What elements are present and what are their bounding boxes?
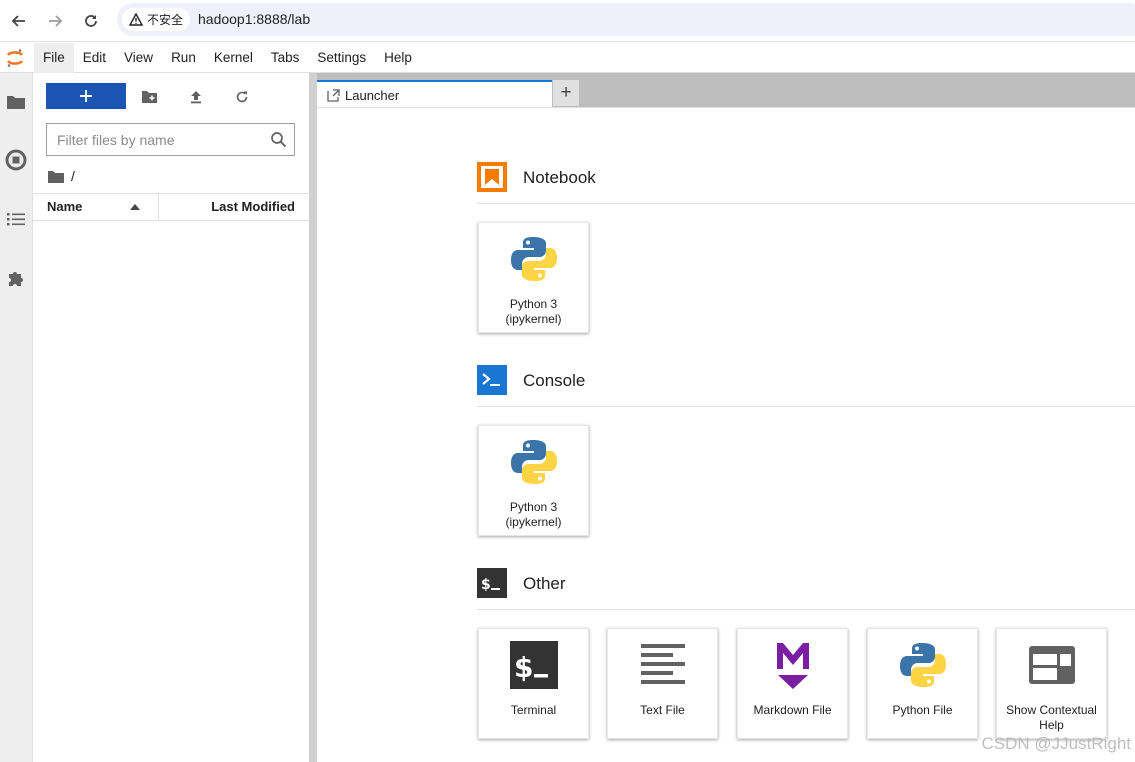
home-folder-icon[interactable] xyxy=(48,170,64,183)
new-folder-button[interactable] xyxy=(137,85,161,109)
tab-launcher[interactable]: Launcher xyxy=(317,80,552,108)
new-tab-button[interactable]: + xyxy=(553,80,579,106)
svg-text:$: $ xyxy=(481,577,491,593)
security-indicator[interactable]: 不安全 xyxy=(122,8,191,31)
other-terminal-icon: $ xyxy=(477,568,507,598)
forward-icon[interactable] xyxy=(42,8,68,34)
menu-help[interactable]: Help xyxy=(375,43,421,73)
breadcrumb-root[interactable]: / xyxy=(71,168,75,184)
plus-icon xyxy=(80,90,92,102)
sort-ascending-icon xyxy=(130,204,140,210)
folder-icon[interactable] xyxy=(4,90,28,114)
left-sidebar xyxy=(0,73,33,762)
address-bar[interactable]: 不安全 hadoop1:8888/lab xyxy=(117,3,1135,36)
upload-icon xyxy=(191,91,201,104)
search-icon xyxy=(271,132,287,148)
column-header-last-modified[interactable]: Last Modified xyxy=(211,194,295,220)
python-icon xyxy=(868,637,977,693)
text-file-card[interactable]: Text File xyxy=(607,628,718,739)
menu-edit[interactable]: Edit xyxy=(74,43,115,73)
menu-items: File Edit View Run Kernel Tabs Settings Help xyxy=(34,43,421,73)
python-icon xyxy=(479,231,588,287)
card-label: Python 3 (ipykernel) xyxy=(505,297,562,326)
jupyter-logo-icon xyxy=(0,43,30,73)
breadcrumb: / xyxy=(48,167,75,185)
markdown-file-card[interactable]: Markdown File xyxy=(737,628,848,739)
notebook-icon xyxy=(477,162,507,192)
reload-icon[interactable] xyxy=(78,8,104,34)
table-of-contents-icon[interactable] xyxy=(4,207,28,231)
filter-files-field[interactable] xyxy=(46,123,295,156)
menu-run[interactable]: Run xyxy=(162,43,205,73)
launcher-icon xyxy=(327,88,340,102)
warning-icon xyxy=(129,13,143,26)
browser-toolbar: 不安全 hadoop1:8888/lab xyxy=(0,0,1135,42)
menu-kernel[interactable]: Kernel xyxy=(205,43,262,73)
other-section-header: $ Other xyxy=(477,568,1135,610)
card-label: Terminal xyxy=(510,703,557,717)
menu-settings[interactable]: Settings xyxy=(308,43,375,73)
contextual-help-icon xyxy=(997,637,1106,693)
other-section-title: Other xyxy=(523,574,566,593)
card-label: Markdown File xyxy=(753,703,832,717)
extension-manager-icon[interactable] xyxy=(4,266,28,290)
markdown-icon xyxy=(738,637,847,693)
menu-tabs[interactable]: Tabs xyxy=(262,43,309,73)
console-section-title: Console xyxy=(523,371,586,390)
python-icon xyxy=(479,434,588,490)
notebook-section-title: Notebook xyxy=(523,168,596,187)
contextual-help-card[interactable]: Show Contextual Help xyxy=(996,628,1107,739)
notebook-section-header: Notebook xyxy=(477,162,1135,204)
menu-file[interactable]: File xyxy=(34,43,74,73)
watermark: CSDN @JJustRight xyxy=(981,734,1131,753)
panel-splitter[interactable] xyxy=(309,73,317,762)
back-icon[interactable] xyxy=(6,8,32,34)
tab-bar: Launcher + xyxy=(317,73,1135,108)
card-label: Python File xyxy=(892,703,953,717)
refresh-button[interactable] xyxy=(230,85,254,109)
menu-bar: File Edit View Run Kernel Tabs Settings Help xyxy=(0,43,1135,73)
security-label: 不安全 xyxy=(147,13,184,27)
card-label: Text File xyxy=(640,703,685,717)
tab-launcher-label: Launcher xyxy=(345,87,400,103)
new-launcher-button[interactable] xyxy=(46,83,126,109)
notebook-python3-card[interactable]: Python 3 (ipykernel) xyxy=(478,222,589,333)
python-file-card[interactable]: Python File xyxy=(867,628,978,739)
terminal-icon: $ xyxy=(479,637,588,693)
svg-text:$: $ xyxy=(514,651,533,684)
launcher-panel: Notebook Python 3 (ipykernel) Console Py… xyxy=(317,107,1135,762)
filter-files-input[interactable] xyxy=(47,124,262,155)
console-section-header: Console xyxy=(477,365,1135,407)
new-folder-icon xyxy=(141,91,157,103)
text-file-icon xyxy=(608,637,717,693)
card-label: Show Contextual Help xyxy=(1006,703,1097,732)
file-browser: / Name Last Modified xyxy=(33,73,309,762)
console-python3-card[interactable]: Python 3 (ipykernel) xyxy=(478,425,589,536)
terminal-card[interactable]: $ Terminal xyxy=(478,628,589,739)
url-text[interactable]: hadoop1:8888/lab xyxy=(198,11,310,27)
running-sessions-icon[interactable] xyxy=(4,148,28,172)
card-label: Python 3 (ipykernel) xyxy=(505,500,562,529)
file-list-header: Name Last Modified xyxy=(33,193,309,221)
console-icon xyxy=(477,365,507,395)
menu-view[interactable]: View xyxy=(115,43,162,73)
refresh-icon xyxy=(236,91,248,103)
upload-button[interactable] xyxy=(184,85,208,109)
column-header-name[interactable]: Name xyxy=(33,194,159,220)
